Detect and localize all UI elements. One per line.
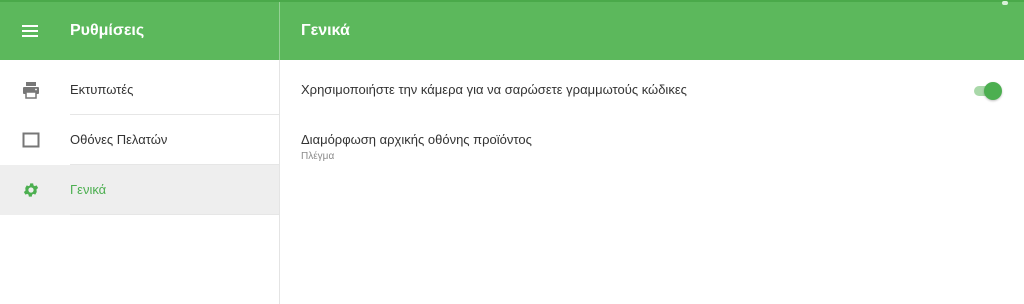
sidebar-item-label: Γενικά — [70, 182, 107, 197]
corner-indicator — [1002, 1, 1008, 5]
settings-content: Χρησιμοποιήστε την κάμερα για να σαρώσετ… — [280, 60, 1024, 304]
home-screen-layout-setting[interactable]: Διαμόρφωση αρχικής οθόνης προϊόντος Πλέγ… — [301, 132, 1004, 162]
sidebar-item-printers[interactable]: Εκτυπωτές — [0, 65, 279, 115]
setting-title: Διαμόρφωση αρχικής οθόνης προϊόντος — [301, 132, 532, 147]
camera-barcode-toggle[interactable] — [972, 82, 1002, 100]
settings-title: Ρυθμίσεις — [70, 22, 145, 39]
sidebar: Εκτυπωτές Οθόνες Πελατών Γενικά — [0, 60, 280, 304]
header-divider — [279, 2, 280, 60]
toggle-thumb — [984, 82, 1002, 100]
sidebar-item-label: Οθόνες Πελατών — [70, 132, 168, 147]
settings-app: Ρυθμίσεις Γενικά Εκτυπωτές Οθόνες Πελατώ… — [0, 0, 1024, 304]
section-title: Γενικά — [301, 22, 350, 39]
hamburger-menu-icon[interactable] — [20, 22, 42, 40]
sidebar-item-label: Εκτυπωτές — [70, 82, 134, 97]
top-app-bar: Ρυθμίσεις Γενικά — [0, 0, 1024, 60]
printer-icon — [23, 82, 39, 99]
sidebar-item-customer-displays[interactable]: Οθόνες Πελατών — [0, 115, 279, 165]
display-icon — [22, 132, 40, 148]
setting-value: Πλέγμα — [301, 151, 335, 162]
divider — [70, 214, 279, 215]
gear-icon — [23, 183, 39, 197]
setting-title: Χρησιμοποιήστε την κάμερα για να σαρώσετ… — [301, 82, 687, 97]
camera-barcode-setting[interactable]: Χρησιμοποιήστε την κάμερα για να σαρώσετ… — [301, 82, 1004, 102]
sidebar-item-general[interactable]: Γενικά — [0, 165, 279, 215]
